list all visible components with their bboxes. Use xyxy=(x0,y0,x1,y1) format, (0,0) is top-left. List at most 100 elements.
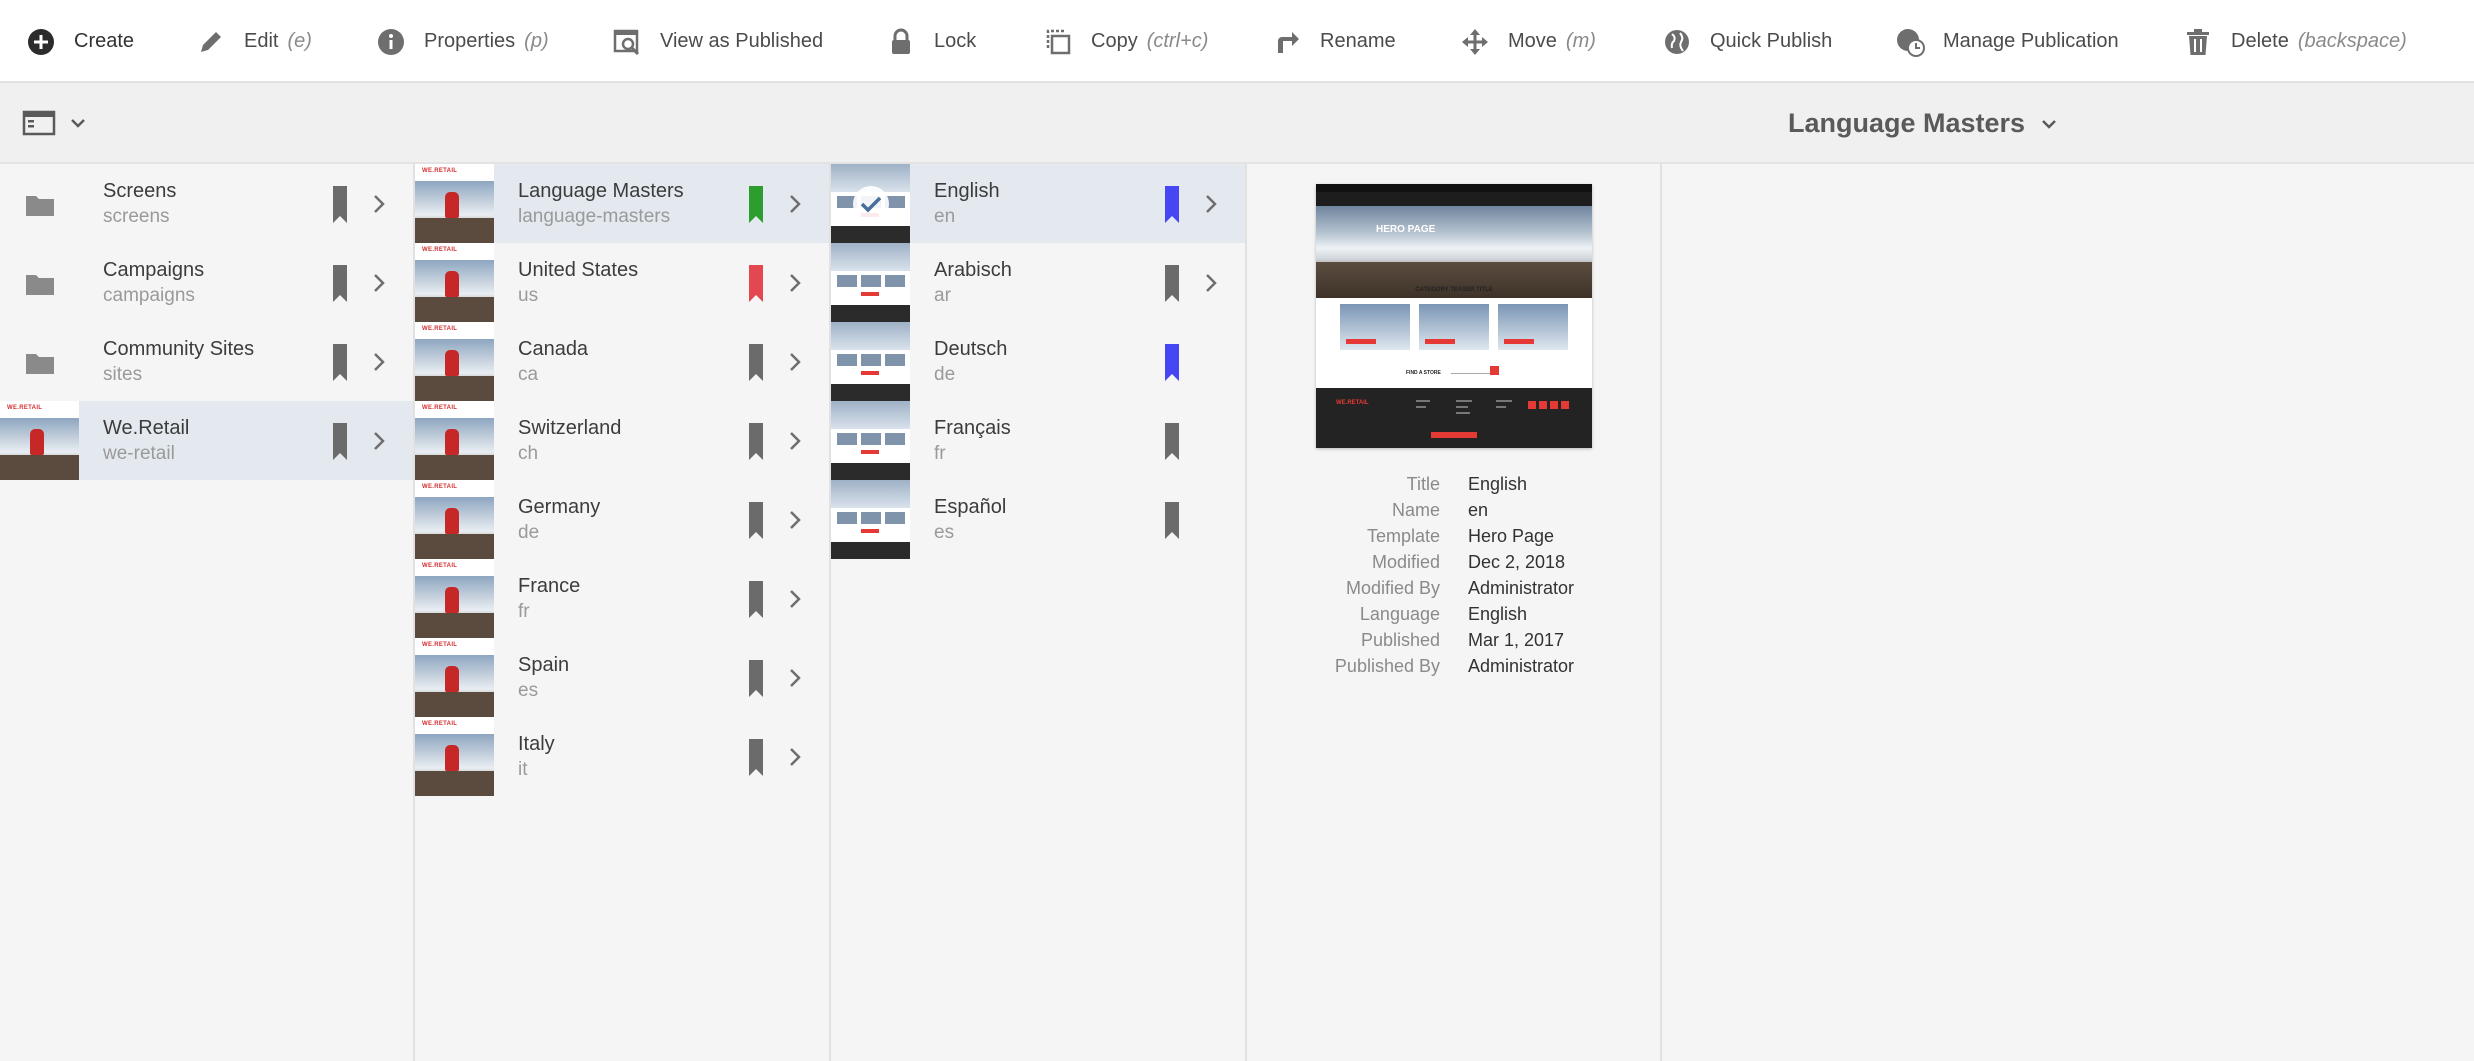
column-item-campaigns[interactable]: Campaigns campaigns xyxy=(0,243,413,322)
status-flag-icon xyxy=(749,186,763,228)
status-flag-icon xyxy=(333,423,347,465)
thumbnail-logo: WE.RETAIL xyxy=(422,721,458,727)
chevron-right-icon[interactable] xyxy=(789,747,801,772)
preview-tile xyxy=(1498,304,1568,350)
item-title: France xyxy=(518,575,581,597)
chevron-right-icon[interactable] xyxy=(1205,194,1217,219)
metadata-row: Language English xyxy=(1247,604,1662,630)
chevron-right-icon[interactable] xyxy=(789,510,801,535)
preview-category-title: CATEGORY TEASER TITLE xyxy=(1415,287,1493,293)
manage-publication-button[interactable]: Manage Publication xyxy=(1895,0,2119,83)
metadata-label: Language xyxy=(1359,604,1440,624)
preview-hero: HERO PAGE xyxy=(1316,206,1592,298)
metadata-value: English xyxy=(1468,474,1528,494)
metadata-value: Mar 1, 2017 xyxy=(1468,630,1565,650)
chevron-right-icon[interactable] xyxy=(1205,273,1217,298)
column-item-de[interactable]: WE.RETAIL Germany de xyxy=(415,480,829,559)
column-item-ar[interactable]: Arabisch ar xyxy=(831,243,1245,322)
page-thumbnail: WE.RETAIL xyxy=(415,480,494,559)
column-item-en[interactable]: English en xyxy=(831,164,1245,243)
edit-button[interactable]: Edit (e) xyxy=(196,0,312,83)
metadata-value: Hero Page xyxy=(1468,526,1555,546)
quick-publish-button[interactable]: Quick Publish xyxy=(1662,0,1832,83)
column-language-masters: English en Arabisch ar Deutsch de Français fr Es… xyxy=(831,164,1247,1061)
rail-toggle-button[interactable] xyxy=(22,105,86,141)
column-item-sites[interactable]: Community Sites sites xyxy=(0,322,413,401)
copy-button[interactable]: Copy (ctrl+c) xyxy=(1043,0,1208,83)
item-name: screens xyxy=(103,206,170,227)
page-thumbnail xyxy=(831,480,910,559)
thumbnail-logo: WE.RETAIL xyxy=(422,326,458,332)
view-as-published-button[interactable]: View as Published xyxy=(612,0,823,83)
column-item-es[interactable]: WE.RETAIL Spain es xyxy=(415,638,829,717)
chevron-right-icon[interactable] xyxy=(789,273,801,298)
column-item-we-retail[interactable]: WE.RETAIL We.Retail we-retail xyxy=(0,401,413,480)
column-item-fr[interactable]: WE.RETAIL France fr xyxy=(415,559,829,638)
page-thumbnail: WE.RETAIL xyxy=(415,717,494,796)
page-thumbnail: WE.RETAIL xyxy=(415,638,494,717)
page-thumbnail xyxy=(831,401,910,480)
chevron-right-icon[interactable] xyxy=(373,273,385,298)
chevron-right-icon[interactable] xyxy=(373,431,385,456)
lock-button[interactable]: Lock xyxy=(886,0,976,83)
column-sites: Screens screens Campaigns campaigns Communit… xyxy=(0,164,415,1061)
lock-icon xyxy=(886,27,916,57)
item-title: Campaigns xyxy=(103,259,205,281)
chevron-right-icon[interactable] xyxy=(373,194,385,219)
item-title: United States xyxy=(518,259,639,281)
chevron-right-icon[interactable] xyxy=(789,668,801,693)
item-title: Germany xyxy=(518,496,601,518)
item-name: us xyxy=(518,285,539,306)
item-title: Community Sites xyxy=(103,338,255,360)
chevron-right-icon[interactable] xyxy=(789,194,801,219)
column-item-us[interactable]: WE.RETAIL United States us xyxy=(415,243,829,322)
column-item-language-masters[interactable]: WE.RETAIL Language Masters language-master… xyxy=(415,164,829,243)
folder-icon xyxy=(26,352,54,379)
thumbnail-logo: WE.RETAIL xyxy=(422,168,458,174)
thumbnail-logo: WE.RETAIL xyxy=(422,642,458,648)
metadata-value: English xyxy=(1468,604,1528,624)
status-flag-icon xyxy=(1165,423,1179,465)
item-title: Canada xyxy=(518,338,589,360)
chevron-right-icon[interactable] xyxy=(373,352,385,377)
page-thumbnail xyxy=(831,243,910,322)
page-thumbnail: WE.RETAIL xyxy=(415,401,494,480)
page-thumbnail: WE.RETAIL xyxy=(415,243,494,322)
chevron-right-icon[interactable] xyxy=(789,431,801,456)
manage-publication-label: Manage Publication xyxy=(1943,30,2119,52)
properties-button[interactable]: Properties (p) xyxy=(376,0,549,83)
item-name: es xyxy=(934,522,955,543)
column-item-ca[interactable]: WE.RETAIL Canada ca xyxy=(415,322,829,401)
column-item-it[interactable]: WE.RETAIL Italy it xyxy=(415,717,829,796)
copy-icon xyxy=(1043,27,1073,57)
metadata-row: Published By Administrator xyxy=(1247,656,1662,682)
item-name: es xyxy=(518,680,539,701)
metadata-label: Published By xyxy=(1334,656,1440,676)
column-item-ch[interactable]: WE.RETAIL Switzerland ch xyxy=(415,401,829,480)
move-button[interactable]: Move (m) xyxy=(1460,0,1596,83)
chevron-down-icon xyxy=(71,119,85,128)
create-button[interactable]: Create xyxy=(26,0,134,83)
quick-publish-label: Quick Publish xyxy=(1710,30,1833,52)
add-circle-icon xyxy=(26,27,56,57)
status-flag-icon xyxy=(333,344,347,386)
rename-button[interactable]: Rename xyxy=(1272,0,1396,83)
item-name: ar xyxy=(934,285,951,306)
breadcrumb-dropdown[interactable]: Language Masters xyxy=(1788,83,2057,164)
preview-find-store: FIND A STORE xyxy=(1406,370,1441,376)
column-item-es[interactable]: Español es xyxy=(831,480,1245,559)
delete-button[interactable]: Delete (backspace) xyxy=(2183,0,2407,83)
item-title: Language Masters xyxy=(518,180,684,202)
column-item-de[interactable]: Deutsch de xyxy=(831,322,1245,401)
item-name: it xyxy=(518,759,528,780)
column-item-fr[interactable]: Français fr xyxy=(831,401,1245,480)
chevron-right-icon[interactable] xyxy=(789,352,801,377)
selection-check-icon[interactable] xyxy=(853,186,889,222)
header-bar: Language Masters xyxy=(0,83,2474,164)
column-item-screens[interactable]: Screens screens xyxy=(0,164,413,243)
thumbnail-logo: WE.RETAIL xyxy=(422,405,458,411)
metadata-row: Published Mar 1, 2017 xyxy=(1247,630,1662,656)
item-title: Switzerland xyxy=(518,417,622,439)
chevron-right-icon[interactable] xyxy=(789,589,801,614)
pencil-icon xyxy=(196,27,226,57)
